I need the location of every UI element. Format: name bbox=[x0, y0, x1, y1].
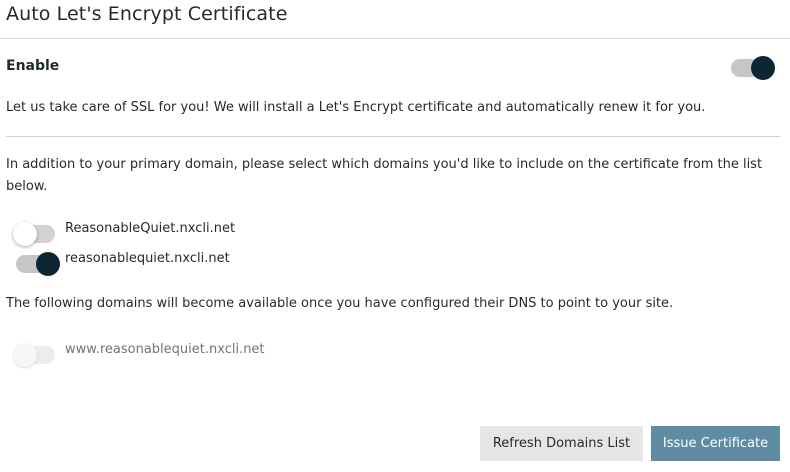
domain-label: reasonablequiet.nxcli.net bbox=[65, 251, 230, 266]
issue-certificate-button[interactable]: Issue Certificate bbox=[651, 426, 780, 461]
toggle-knob bbox=[13, 343, 37, 367]
ssl-description: Let us take care of SSL for you! We will… bbox=[6, 100, 706, 115]
pending-domains-instructions: The following domains will become availa… bbox=[6, 296, 674, 311]
domain-toggle-www-disabled bbox=[13, 343, 59, 367]
domain-label: ReasonableQuiet.nxcli.net bbox=[65, 221, 236, 236]
header-divider bbox=[0, 38, 790, 39]
domains-instructions: In addition to your primary domain, plea… bbox=[6, 157, 763, 194]
toggle-knob bbox=[13, 222, 37, 246]
auto-ssl-panel: Auto Let's Encrypt Certificate Enable Le… bbox=[0, 0, 790, 472]
refresh-domains-button[interactable]: Refresh Domains List bbox=[480, 426, 643, 461]
pending-domain-label: www.reasonablequiet.nxcli.net bbox=[65, 342, 265, 357]
page-title: Auto Let's Encrypt Certificate bbox=[6, 3, 288, 25]
section-divider bbox=[6, 136, 780, 137]
toggle-knob bbox=[751, 56, 775, 80]
domain-toggle-reasonablequiet[interactable] bbox=[16, 252, 60, 276]
domain-toggle-reasonablequiet-cap[interactable] bbox=[13, 222, 59, 246]
toggle-knob bbox=[36, 252, 60, 276]
enable-toggle[interactable] bbox=[731, 56, 775, 80]
enable-label: Enable bbox=[6, 58, 60, 74]
